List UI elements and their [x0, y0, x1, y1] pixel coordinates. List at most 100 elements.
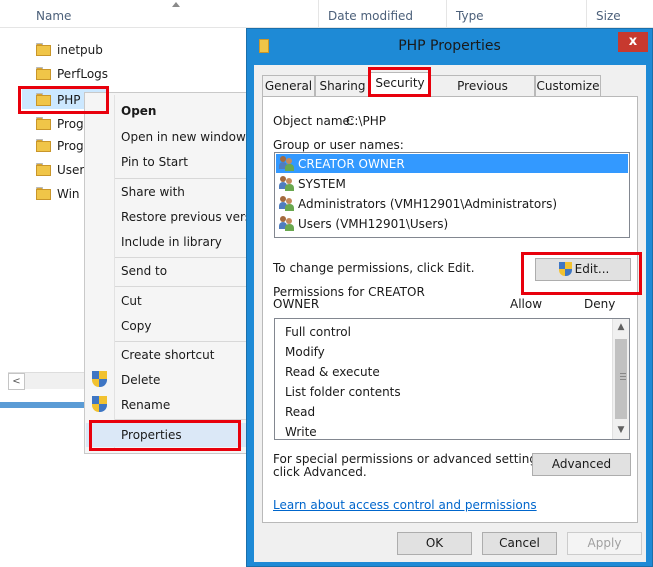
- menu-label: Include in library: [121, 235, 222, 249]
- tab-sharing[interactable]: Sharing: [315, 75, 370, 96]
- menu-label: Open in new window: [121, 130, 246, 144]
- permissions-for-label-line2: OWNER: [273, 297, 320, 311]
- folder-perflogs[interactable]: PerfLogs: [36, 64, 236, 84]
- user-label: CREATOR OWNER: [298, 157, 405, 171]
- folder-label: Prog: [57, 117, 84, 131]
- menu-separator: [115, 419, 251, 420]
- user-row-users[interactable]: Users (VMH12901\Users): [276, 214, 628, 233]
- scrollbar-thumb[interactable]: [615, 339, 627, 419]
- users-list[interactable]: CREATOR OWNER SYSTEM Administrators (VMH…: [274, 152, 630, 238]
- user-group-icon: [279, 196, 295, 211]
- allow-column-header: Allow: [510, 297, 543, 311]
- cancel-button[interactable]: Cancel: [482, 532, 557, 555]
- scroll-down-icon[interactable]: ▼: [613, 422, 629, 439]
- scroll-up-icon[interactable]: ▲: [613, 319, 629, 336]
- scroll-left-icon[interactable]: <: [8, 373, 25, 390]
- folder-inetpub[interactable]: inetpub: [36, 40, 236, 60]
- sort-ascending-icon: [172, 2, 180, 7]
- close-button[interactable]: x: [618, 32, 648, 52]
- change-permissions-hint: To change permissions, click Edit.: [273, 261, 475, 275]
- menu-label: Share with: [121, 185, 185, 199]
- tab-general[interactable]: General: [262, 75, 315, 96]
- column-date-modified[interactable]: Date modified: [328, 9, 413, 23]
- column-size[interactable]: Size: [596, 9, 621, 23]
- column-name[interactable]: Name: [36, 9, 71, 23]
- user-group-icon: [279, 216, 295, 231]
- menu-item-cut[interactable]: Cut: [86, 289, 252, 313]
- security-tab-panel: Object name: C:\PHP Group or user names:…: [262, 96, 638, 523]
- tab-previous-versions[interactable]: Previous Versions: [430, 75, 535, 113]
- special-permissions-hint: For special permissions or advanced sett…: [273, 452, 548, 466]
- folder-icon: [36, 43, 51, 56]
- grip-icon: [620, 373, 626, 374]
- menu-item-restore-previous-versions[interactable]: Restore previous versions: [86, 205, 276, 229]
- folder-label: PHP: [57, 93, 81, 107]
- dialog-title-bar[interactable]: PHP Properties x: [247, 29, 653, 65]
- grip-icon: [620, 379, 626, 380]
- menu-item-open[interactable]: Open: [86, 99, 252, 123]
- folder-icon: [36, 139, 51, 152]
- learn-access-control-link[interactable]: Learn about access control and permissio…: [273, 498, 537, 512]
- column-separator: [586, 0, 587, 28]
- menu-item-send-to[interactable]: Send to: [86, 259, 252, 283]
- permission-row-full-control: Full control: [285, 325, 351, 339]
- menu-item-pin-to-start[interactable]: Pin to Start: [86, 150, 252, 174]
- folder-icon: [36, 93, 51, 106]
- permission-row-write: Write: [285, 425, 317, 439]
- column-separator: [318, 0, 319, 28]
- user-row-system[interactable]: SYSTEM: [276, 174, 628, 193]
- menu-separator: [115, 178, 251, 179]
- menu-label: Properties: [121, 428, 182, 442]
- menu-item-properties[interactable]: Properties: [86, 423, 252, 447]
- folder-label: PerfLogs: [57, 67, 109, 81]
- tab-customize[interactable]: Customize: [535, 75, 601, 96]
- user-group-icon: [279, 176, 295, 191]
- user-row-administrators[interactable]: Administrators (VMH12901\Administrators): [276, 194, 628, 213]
- advanced-button[interactable]: Advanced: [532, 453, 631, 476]
- menu-label: Copy: [121, 319, 152, 333]
- column-type[interactable]: Type: [456, 9, 484, 23]
- menu-item-create-shortcut[interactable]: Create shortcut: [86, 343, 252, 367]
- menu-label: Create shortcut: [121, 348, 215, 362]
- menu-item-include-in-library[interactable]: Include in library: [86, 230, 252, 254]
- tab-security[interactable]: Security: [370, 72, 430, 97]
- folder-label: User: [57, 163, 85, 177]
- apply-button[interactable]: Apply: [567, 532, 642, 555]
- menu-item-open-new-window[interactable]: Open in new window: [86, 125, 252, 149]
- permission-row-read-execute: Read & execute: [285, 365, 380, 379]
- uac-shield-icon: [92, 371, 107, 388]
- group-or-user-names-label: Group or user names:: [273, 138, 404, 152]
- menu-label: Pin to Start: [121, 155, 188, 169]
- php-properties-dialog: PHP Properties x General Sharing Securit…: [246, 28, 653, 567]
- folder-label: Prog: [57, 139, 84, 153]
- folder-icon: [36, 67, 51, 80]
- menu-item-share-with[interactable]: Share with: [86, 180, 252, 204]
- menu-item-rename[interactable]: Rename: [86, 393, 252, 417]
- menu-label: Open: [121, 104, 157, 118]
- status-accent-bar: [0, 402, 90, 408]
- menu-separator: [115, 286, 251, 287]
- user-group-icon: [279, 156, 295, 171]
- edit-button[interactable]: Edit...: [535, 258, 631, 281]
- grip-icon: [620, 376, 626, 377]
- menu-label: Rename: [121, 398, 171, 412]
- folder-icon: [36, 187, 51, 200]
- column-header-row: Name Date modified Type Size: [0, 0, 653, 28]
- uac-shield-icon: [559, 262, 572, 277]
- permissions-scrollbar[interactable]: ▲ ▼: [612, 319, 629, 439]
- dialog-body: General Sharing Security Previous Versio…: [254, 65, 646, 562]
- user-label: SYSTEM: [298, 177, 346, 191]
- user-row-creator-owner[interactable]: CREATOR OWNER: [276, 154, 628, 173]
- menu-label: Send to: [121, 264, 168, 278]
- column-separator: [446, 0, 447, 28]
- ok-button[interactable]: OK: [397, 532, 472, 555]
- object-name-label: Object name:: [273, 114, 354, 128]
- menu-item-copy[interactable]: Copy: [86, 314, 252, 338]
- menu-item-delete[interactable]: Delete: [86, 368, 252, 392]
- menu-label: Cut: [121, 294, 142, 308]
- menu-label: Delete: [121, 373, 161, 387]
- folder-icon: [36, 117, 51, 130]
- user-label: Administrators (VMH12901\Administrators): [298, 197, 558, 211]
- permissions-list[interactable]: Full control Modify Read & execute List …: [274, 318, 630, 440]
- user-label: Users (VMH12901\Users): [298, 217, 449, 231]
